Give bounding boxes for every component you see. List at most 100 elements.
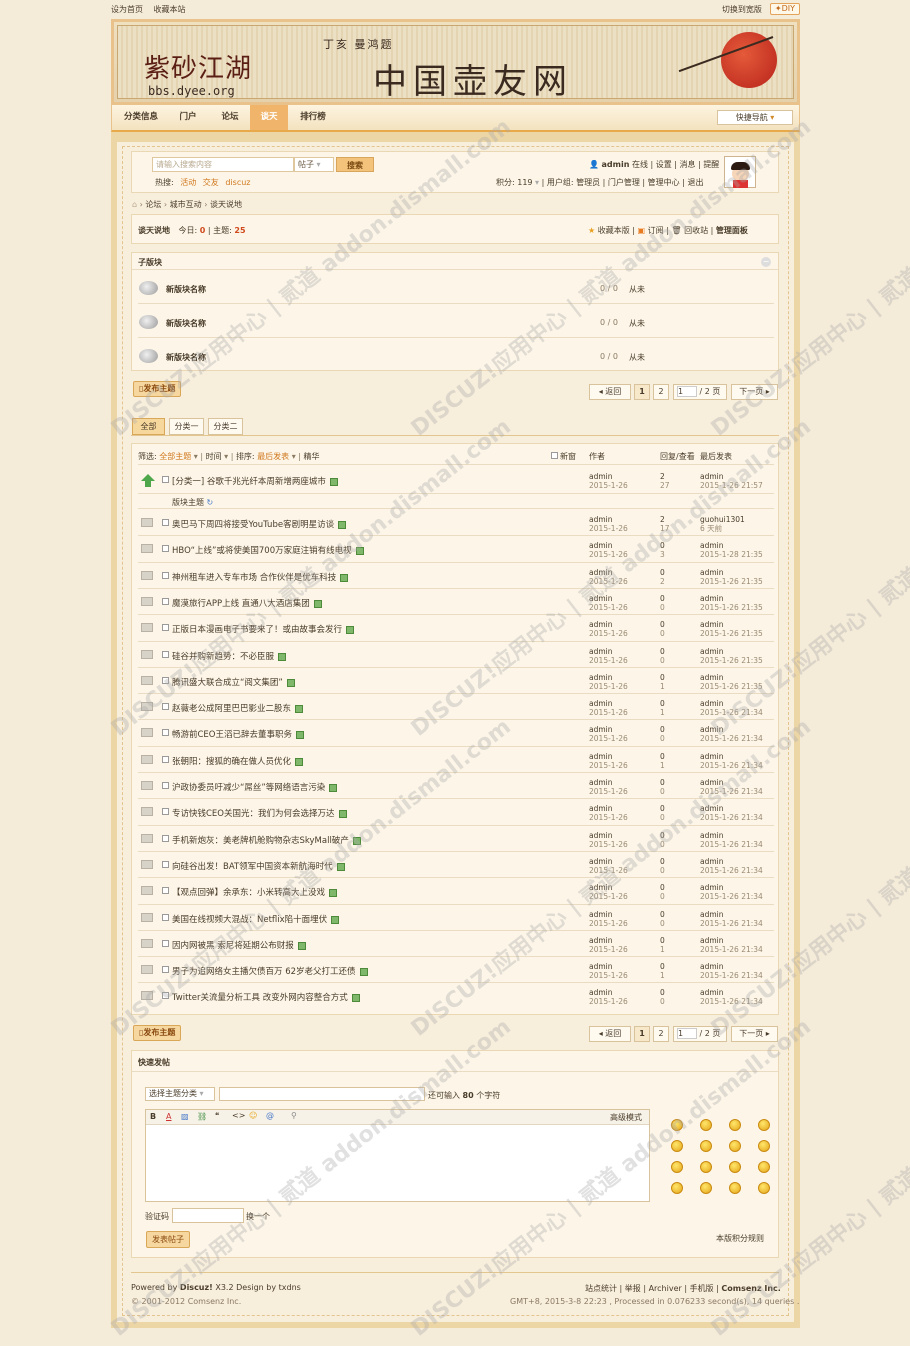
last-time[interactable]: 2015-1-26 21:34	[700, 708, 763, 717]
last-time[interactable]: 2015-1-26 21:34	[700, 787, 763, 796]
points-link[interactable]: 积分: 119	[496, 178, 533, 187]
thread-checkbox[interactable]	[162, 992, 169, 999]
last-time[interactable]: 2015-1-26 21:35	[700, 682, 763, 691]
thread-folder-icon[interactable]	[141, 623, 153, 632]
thread-folder-icon[interactable]	[141, 886, 153, 895]
last-user-link[interactable]: admin	[700, 472, 763, 481]
author-link[interactable]: admin	[589, 620, 628, 629]
thread-folder-icon[interactable]	[141, 728, 153, 737]
author-link[interactable]: admin	[589, 699, 628, 708]
avatar[interactable]	[724, 156, 756, 188]
thread-title[interactable]: 腾讯盛大联合成立“阅文集团”	[172, 676, 295, 688]
last-time[interactable]: 2015-1-26 21:35	[700, 577, 763, 586]
new-topic-button[interactable]: ▯发布主题	[133, 381, 182, 397]
filter-time[interactable]: 时间	[206, 452, 222, 461]
tab-all[interactable]: 全部	[132, 418, 165, 435]
hot-search-link[interactable]: 活动	[180, 178, 196, 187]
portal-admin-link[interactable]: 门户管理	[608, 178, 640, 187]
thread-folder-icon[interactable]	[141, 755, 153, 764]
subforum-name[interactable]: 新版块名称	[166, 352, 206, 363]
smiley-icon[interactable]	[700, 1119, 712, 1131]
thread-title[interactable]: 向硅谷出发！BAT领军中国资本新航海时代	[172, 860, 345, 872]
last-user-link[interactable]: admin	[700, 541, 763, 550]
author-link[interactable]: admin	[589, 725, 628, 734]
username-link[interactable]: admin	[602, 160, 630, 169]
smiley-icon[interactable]	[729, 1182, 741, 1194]
thread-checkbox[interactable]	[162, 756, 169, 763]
last-time[interactable]: 2015-1-26 21:34	[700, 734, 763, 743]
message-textarea[interactable]	[147, 1126, 648, 1200]
author-link[interactable]: admin	[589, 962, 628, 971]
last-time[interactable]: 2015-1-26 21:57	[700, 481, 763, 490]
favorite-forum-link[interactable]: 收藏本版	[598, 226, 630, 235]
notifications-link[interactable]: 提醒	[703, 160, 719, 169]
thread-checkbox[interactable]	[162, 598, 169, 605]
back-button-bottom[interactable]: ◂ 返回	[589, 1026, 631, 1042]
last-time[interactable]: 2015-1-26 21:35	[700, 629, 763, 638]
next-page-button-bottom[interactable]: 下一页 ▸	[731, 1026, 778, 1042]
advanced-mode-link[interactable]: 高级模式	[610, 1112, 642, 1123]
admin-center-link[interactable]: 管理中心	[648, 178, 680, 187]
thread-checkbox[interactable]	[162, 476, 169, 483]
author-link[interactable]: admin	[589, 673, 628, 682]
page-jump-input[interactable]: 1	[677, 386, 697, 397]
thread-folder-icon[interactable]	[141, 807, 153, 816]
smiley-icon[interactable]	[729, 1140, 741, 1152]
thread-folder-icon[interactable]	[141, 676, 153, 685]
new-window-checkbox[interactable]	[551, 452, 558, 459]
thread-checkbox[interactable]	[162, 861, 169, 868]
author-link[interactable]: admin	[589, 541, 628, 550]
last-user-link[interactable]: admin	[700, 699, 763, 708]
smiley-icon[interactable]	[671, 1182, 683, 1194]
thread-checkbox[interactable]	[162, 887, 169, 894]
last-time[interactable]: 2015-1-28 21:35	[700, 550, 763, 559]
thread-checkbox[interactable]	[162, 651, 169, 658]
group-link[interactable]: 管理员	[576, 178, 600, 187]
last-user-link[interactable]: admin	[700, 831, 763, 840]
next-page-button[interactable]: 下一页 ▸	[731, 384, 778, 400]
last-user-link[interactable]: admin	[700, 620, 763, 629]
page-2-bottom[interactable]: 2	[653, 1026, 669, 1042]
thread-folder-icon[interactable]	[141, 544, 153, 553]
col-last[interactable]: 最后发表	[700, 451, 732, 462]
smiley-icon[interactable]	[700, 1140, 712, 1152]
discuz-link[interactable]: Discuz!	[180, 1283, 213, 1292]
tab-category-1[interactable]: 分类一	[169, 418, 204, 435]
smiley-icon[interactable]	[758, 1119, 770, 1131]
thread-checkbox[interactable]	[162, 914, 169, 921]
captcha-refresh-link[interactable]: 换一个	[246, 1211, 270, 1222]
breadcrumb-item[interactable]: 谈天说地	[210, 200, 242, 209]
subforum-name[interactable]: 新版块名称	[166, 284, 206, 295]
thread-checkbox[interactable]	[162, 808, 169, 815]
thread-checkbox[interactable]	[162, 624, 169, 631]
search-type-select[interactable]: 帖子 ▾	[294, 157, 334, 172]
thread-folder-icon[interactable]	[141, 991, 153, 1000]
last-time[interactable]: 2015-1-26 21:34	[700, 840, 763, 849]
thread-folder-icon[interactable]	[141, 939, 153, 948]
smiley-icon[interactable]	[700, 1161, 712, 1173]
thread-title[interactable]: 正版日本漫画电子书要来了！或由故事会发行	[172, 623, 355, 635]
thread-title[interactable]: 美国在线视频大混战：Netflix陷十面埋伏	[172, 913, 340, 925]
author-link[interactable]: admin	[589, 988, 628, 997]
credit-rules-link[interactable]: 本版积分规则	[716, 1233, 764, 1244]
thread-folder-icon[interactable]	[141, 518, 153, 527]
breadcrumb-item[interactable]: 城市互动	[170, 200, 202, 209]
new-topic-button-bottom[interactable]: ▯发布主题	[133, 1025, 182, 1041]
thread-title[interactable]: 手机新炮灰：美老牌机舱购物杂志SkyMall破产	[172, 834, 361, 846]
image-icon[interactable]: ▨	[181, 1112, 189, 1121]
last-user-link[interactable]: admin	[700, 910, 763, 919]
last-time[interactable]: 2015-1-26 21:34	[700, 945, 763, 954]
last-time[interactable]: 2015-1-26 21:34	[700, 813, 763, 822]
smiley-icon[interactable]	[729, 1119, 741, 1131]
thread-checkbox[interactable]	[162, 677, 169, 684]
last-user-link[interactable]: admin	[700, 936, 763, 945]
thread-title[interactable]: 畅游前CEO王滔已辞去董事职务	[172, 728, 304, 740]
thread-title[interactable]: 奥巴马下周四将接受YouTube客剧明星访谈	[172, 518, 347, 530]
nav-item-chat[interactable]: 谈天	[250, 105, 288, 130]
attachment-icon[interactable]: ⚲	[291, 1111, 297, 1120]
smiley-icon[interactable]	[671, 1161, 683, 1173]
author-link[interactable]: admin	[589, 647, 628, 656]
smiley-icon[interactable]	[700, 1182, 712, 1194]
smiley-icon[interactable]: ☺	[249, 1111, 257, 1120]
thread-folder-icon[interactable]	[141, 834, 153, 843]
